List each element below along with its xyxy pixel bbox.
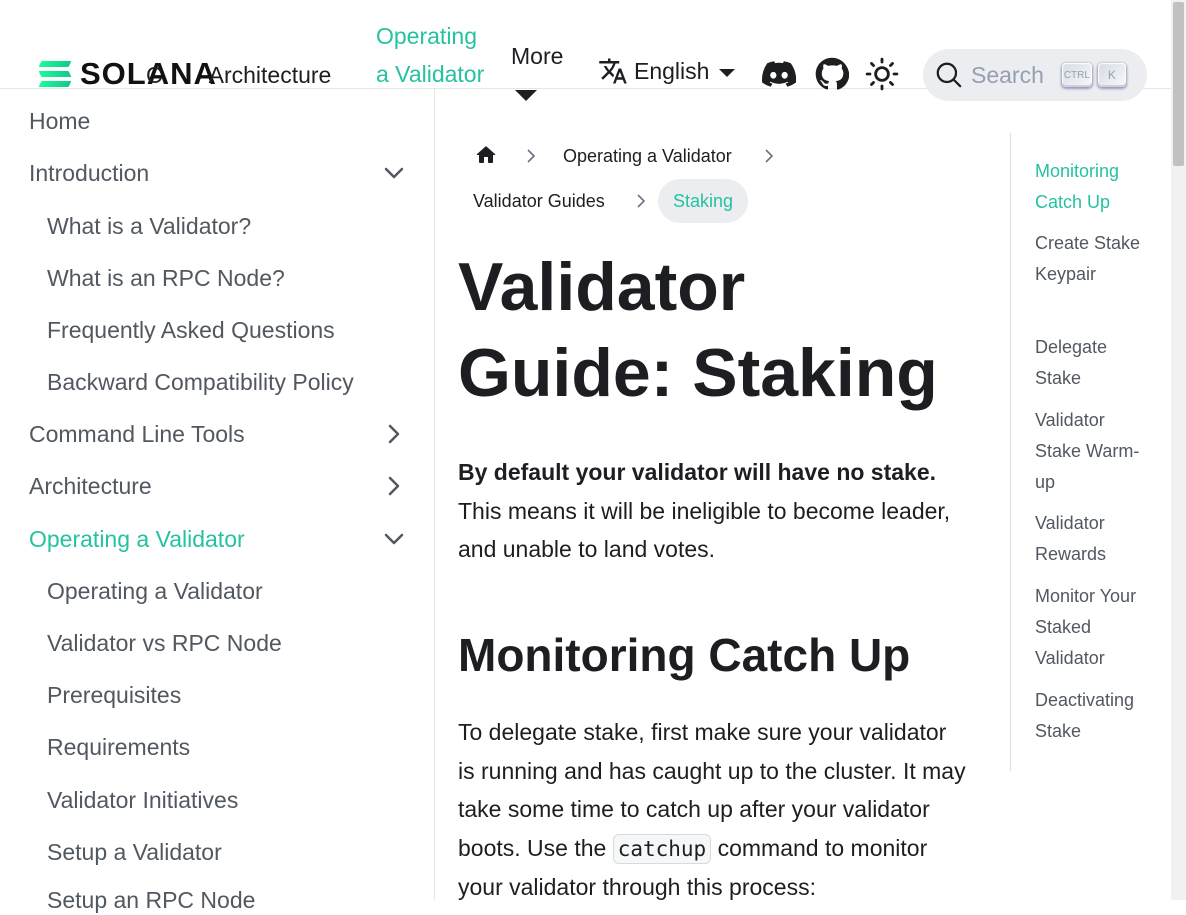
nav-more-dropdown[interactable]: More	[511, 37, 563, 75]
breadcrumb-operating-validator[interactable]: Operating a Validator	[563, 143, 732, 169]
breadcrumb-separator-icon	[527, 149, 536, 163]
intro-bold: By default your validator will have no s…	[458, 459, 937, 485]
sidebar-item-setup-validator[interactable]: Setup a Validator	[47, 837, 222, 867]
breadcrumb-current-staking: Staking	[658, 179, 749, 223]
solana-logo-mark	[38, 61, 72, 87]
toc-item-validator-stake-warm-up[interactable]: Validator Stake Warm-up	[1035, 405, 1145, 498]
chevron-down-icon[interactable]	[382, 161, 406, 185]
catchup-code: catchup	[612, 833, 712, 864]
page-title: Validator Guide: Staking	[458, 249, 938, 411]
nav-link-operating-validator[interactable]: Operating a Validator	[376, 17, 486, 93]
sidebar-item-architecture[interactable]: Architecture	[29, 471, 152, 501]
sidebar-item-operating-validator-page[interactable]: Operating a Validator	[47, 576, 263, 606]
more-caret-icon	[515, 90, 537, 101]
intro-rest: This means it will be ineligible to beco…	[458, 497, 951, 563]
search-icon	[936, 62, 962, 88]
toc-border	[1010, 133, 1011, 771]
kbd-ctrl: CTRL	[1061, 63, 1092, 87]
theme-toggle-sun-icon[interactable]	[865, 57, 899, 91]
discord-icon[interactable]	[762, 57, 797, 91]
sidebar-item-setup-rpc-node[interactable]: Setup an RPC Node	[47, 885, 255, 915]
nav-link-overlap-text: C	[146, 62, 163, 88]
language-caret-icon	[719, 69, 736, 77]
search-placeholder: Search	[971, 61, 1044, 88]
catchup-paragraph: To delegate stake, first make sure your …	[458, 713, 968, 907]
language-dropdown[interactable]: English	[598, 56, 736, 86]
sidebar-item-validator-vs-rpc[interactable]: Validator vs RPC Node	[47, 628, 282, 658]
sidebar-item-what-is-rpc-node[interactable]: What is an RPC Node?	[47, 263, 285, 293]
top-navbar: SOLANA C Architecture Operating a Validat…	[0, 0, 1171, 101]
sidebar-item-operating-validator[interactable]: Operating a Validator	[29, 524, 245, 554]
chevron-right-icon[interactable]	[382, 422, 406, 446]
sidebar-item-faq[interactable]: Frequently Asked Questions	[47, 315, 335, 345]
home-icon[interactable]	[474, 143, 498, 167]
translate-icon	[599, 58, 627, 84]
scrollbar-thumb[interactable]	[1173, 2, 1184, 166]
sidebar-item-introduction[interactable]: Introduction	[29, 158, 149, 188]
sidebar-item-home[interactable]: Home	[29, 106, 90, 136]
breadcrumb-validator-guides[interactable]: Validator Guides	[473, 188, 605, 214]
chevron-right-icon[interactable]	[382, 474, 406, 498]
language-label: English	[634, 57, 710, 84]
toc-item-validator-rewards[interactable]: Validator Rewards	[1035, 508, 1145, 570]
toc-item-delegate-stake[interactable]: Delegate Stake	[1035, 332, 1145, 394]
toc-item-monitor-staked-validator[interactable]: Monitor Your Staked Validator	[1035, 581, 1145, 674]
toc-item-deactivating-stake[interactable]: Deactivating Stake	[1035, 685, 1145, 747]
github-icon[interactable]	[815, 57, 850, 91]
nav-link-architecture-label: Architecture	[208, 62, 332, 88]
breadcrumb-separator-icon	[637, 194, 646, 208]
toc-item-create-stake-keypair[interactable]: Create Stake Keypair	[1035, 228, 1145, 290]
chevron-down-icon[interactable]	[382, 527, 406, 551]
sidebar-item-prerequisites[interactable]: Prerequisites	[47, 680, 181, 710]
section-heading-monitoring-catch-up: Monitoring Catch Up	[458, 629, 911, 681]
sidebar-item-requirements[interactable]: Requirements	[47, 732, 190, 762]
sidebar-item-backward-compatibility[interactable]: Backward Compatibility Policy	[47, 367, 354, 397]
sidebar-item-what-is-validator[interactable]: What is a Validator?	[47, 211, 251, 241]
breadcrumb-separator-icon	[765, 149, 774, 163]
search-button[interactable]: Search CTRL K	[923, 49, 1147, 101]
intro-paragraph: By default your validator will have no s…	[458, 453, 968, 569]
toc-item-monitoring-catch-up[interactable]: Monitoring Catch Up	[1035, 156, 1145, 218]
sidebar-item-validator-initiatives[interactable]: Validator Initiatives	[47, 785, 238, 815]
kbd-k: K	[1097, 63, 1126, 87]
sidebar-item-command-line-tools[interactable]: Command Line Tools	[29, 419, 245, 449]
